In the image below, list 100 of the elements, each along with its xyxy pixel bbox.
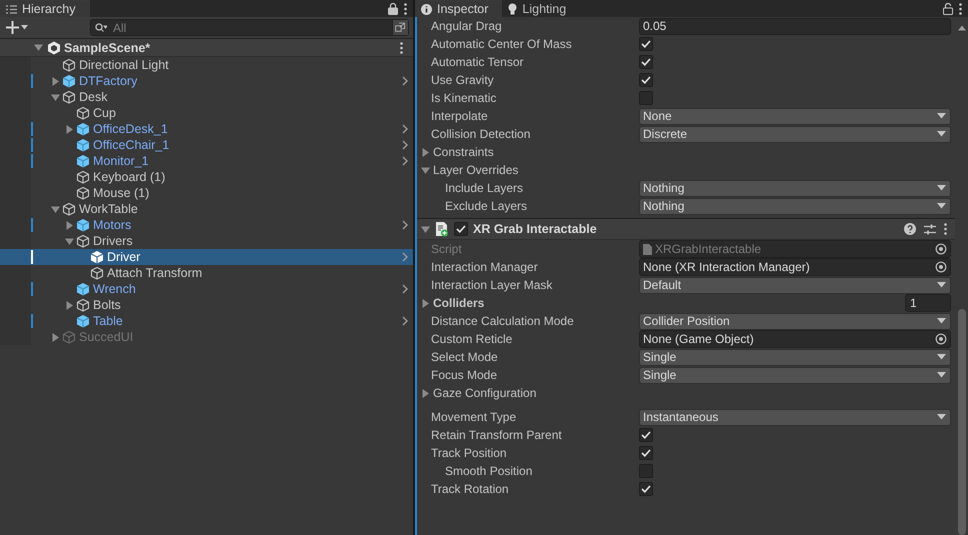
scene-row[interactable]: SampleScene* <box>0 39 413 57</box>
expand-arrow-icon[interactable] <box>65 124 74 134</box>
object-name: Attach Transform <box>107 266 202 280</box>
chevron-right-icon[interactable] <box>402 220 408 230</box>
property-label: Use Gravity <box>431 73 494 87</box>
property-label: Interaction Manager <box>431 260 538 274</box>
search-bar[interactable]: All <box>90 19 409 36</box>
count-field[interactable]: 1 <box>905 294 951 312</box>
object-name: Driver <box>107 250 140 264</box>
cube-outline-icon <box>76 298 90 312</box>
tree-item[interactable]: WorkTable <box>0 201 413 217</box>
property-label: Angular Drag <box>431 19 502 33</box>
scene-search-icon[interactable] <box>392 20 408 35</box>
scroll-up-icon[interactable] <box>958 25 966 31</box>
scrollbar-thumb[interactable] <box>958 309 966 535</box>
dropdown[interactable]: Collider Position <box>639 312 951 330</box>
prefab-marker <box>31 314 33 328</box>
cube-outline-icon <box>76 170 90 184</box>
menu-icon[interactable] <box>404 2 407 14</box>
chevron-right-icon[interactable] <box>402 284 408 294</box>
property-label: Include Layers <box>445 181 524 195</box>
foldout-arrow-icon[interactable] <box>421 298 430 308</box>
menu-icon[interactable] <box>959 2 962 14</box>
help-icon[interactable] <box>904 223 916 235</box>
panel-tab[interactable]: Inspector <box>415 0 502 17</box>
foldout-label[interactable]: Constraints <box>433 145 494 159</box>
object-name: OfficeChair_1 <box>93 138 170 152</box>
tree-item[interactable]: OfficeDesk_1 <box>0 121 413 137</box>
caret-icon <box>937 131 946 137</box>
dropdown[interactable]: Nothing <box>639 198 951 214</box>
dropdown[interactable]: Nothing <box>639 180 951 196</box>
cube-outline-icon <box>62 202 76 216</box>
cube-outline-icon <box>62 330 76 344</box>
prefab-marker <box>31 154 33 168</box>
foldout-label[interactable]: Colliders <box>433 296 484 310</box>
cube-icon <box>90 250 104 264</box>
tree-item[interactable]: Drivers <box>0 233 413 249</box>
dropdown[interactable]: None <box>639 108 951 124</box>
sliders-icon[interactable] <box>924 224 936 234</box>
checkbox[interactable] <box>639 37 653 51</box>
scene-menu-icon[interactable] <box>400 42 403 54</box>
tree-item[interactable]: Cup <box>0 105 413 121</box>
number-field[interactable]: 0.05 <box>639 18 951 34</box>
target-icon[interactable] <box>935 261 947 273</box>
chevron-right-icon[interactable] <box>402 316 408 326</box>
target-icon[interactable] <box>935 333 947 345</box>
object-name: Bolts <box>93 298 121 312</box>
hierarchy-tab[interactable]: Hierarchy <box>0 0 90 17</box>
dropdown[interactable]: Default <box>639 276 951 294</box>
expand-arrow-icon[interactable] <box>34 43 43 52</box>
object-name: Drivers <box>93 234 133 248</box>
object-name: Directional Light <box>79 58 169 72</box>
property-label: Custom Reticle <box>431 332 512 346</box>
caret-icon <box>937 203 946 209</box>
dropdown[interactable]: Instantaneous <box>639 408 951 426</box>
checkbox[interactable] <box>639 55 653 69</box>
checkbox[interactable] <box>639 428 653 442</box>
caret-icon <box>937 414 946 420</box>
tree-item[interactable]: DTFactory <box>0 73 413 89</box>
tree-item[interactable]: Desk <box>0 89 413 105</box>
component-header[interactable]: XR Grab Interactable <box>417 218 955 240</box>
scene-name: SampleScene* <box>64 40 150 54</box>
checkbox[interactable] <box>639 73 653 87</box>
checkbox[interactable] <box>639 482 653 496</box>
dropdown[interactable]: Discrete <box>639 126 951 142</box>
cube-icon <box>76 314 90 328</box>
search-icon <box>95 22 107 32</box>
caret-icon <box>937 318 946 324</box>
foldout-label[interactable]: Gaze Configuration <box>433 386 536 400</box>
tree-item[interactable]: Motors <box>0 217 413 233</box>
tree-item[interactable]: Keyboard (1) <box>0 169 413 185</box>
foldout-arrow-icon[interactable] <box>421 388 430 398</box>
foldout-label[interactable]: Layer Overrides <box>433 163 518 177</box>
tree-item[interactable]: Attach Transform <box>0 265 413 281</box>
chevron-right-icon[interactable] <box>402 76 408 86</box>
object-name: Monitor_1 <box>93 154 149 168</box>
property-label: Automatic Tensor <box>431 55 524 69</box>
tree-item[interactable]: Directional Light <box>0 57 413 73</box>
tree-item[interactable]: Bolts <box>0 297 413 313</box>
tree-item[interactable]: Monitor_1 <box>0 153 413 169</box>
chevron-right-icon[interactable] <box>402 252 408 262</box>
component-title: XR Grab Interactable <box>473 222 597 236</box>
checkbox[interactable] <box>639 91 653 105</box>
component-menu-icon[interactable] <box>944 223 947 235</box>
tree-item[interactable]: Table <box>0 313 413 329</box>
foldout-arrow-icon[interactable] <box>421 224 430 234</box>
lock-icon[interactable] <box>388 2 398 14</box>
checkbox[interactable] <box>639 446 653 460</box>
tree-item[interactable]: Mouse (1) <box>0 185 413 201</box>
tree-item[interactable]: OfficeChair_1 <box>0 137 413 153</box>
checkbox[interactable] <box>639 464 653 478</box>
object-field[interactable]: None (XR Interaction Manager) <box>639 258 951 276</box>
lock-icon[interactable] <box>943 2 953 14</box>
expand-arrow-icon[interactable] <box>65 300 74 310</box>
dropdown[interactable]: Single <box>639 348 951 366</box>
enable-checkbox[interactable] <box>454 222 468 236</box>
dropdown[interactable]: Single <box>639 366 951 384</box>
scene-logo-icon <box>47 40 61 54</box>
object-field[interactable]: None (Game Object) <box>639 330 951 348</box>
tree-item[interactable]: Wrench <box>0 281 413 297</box>
